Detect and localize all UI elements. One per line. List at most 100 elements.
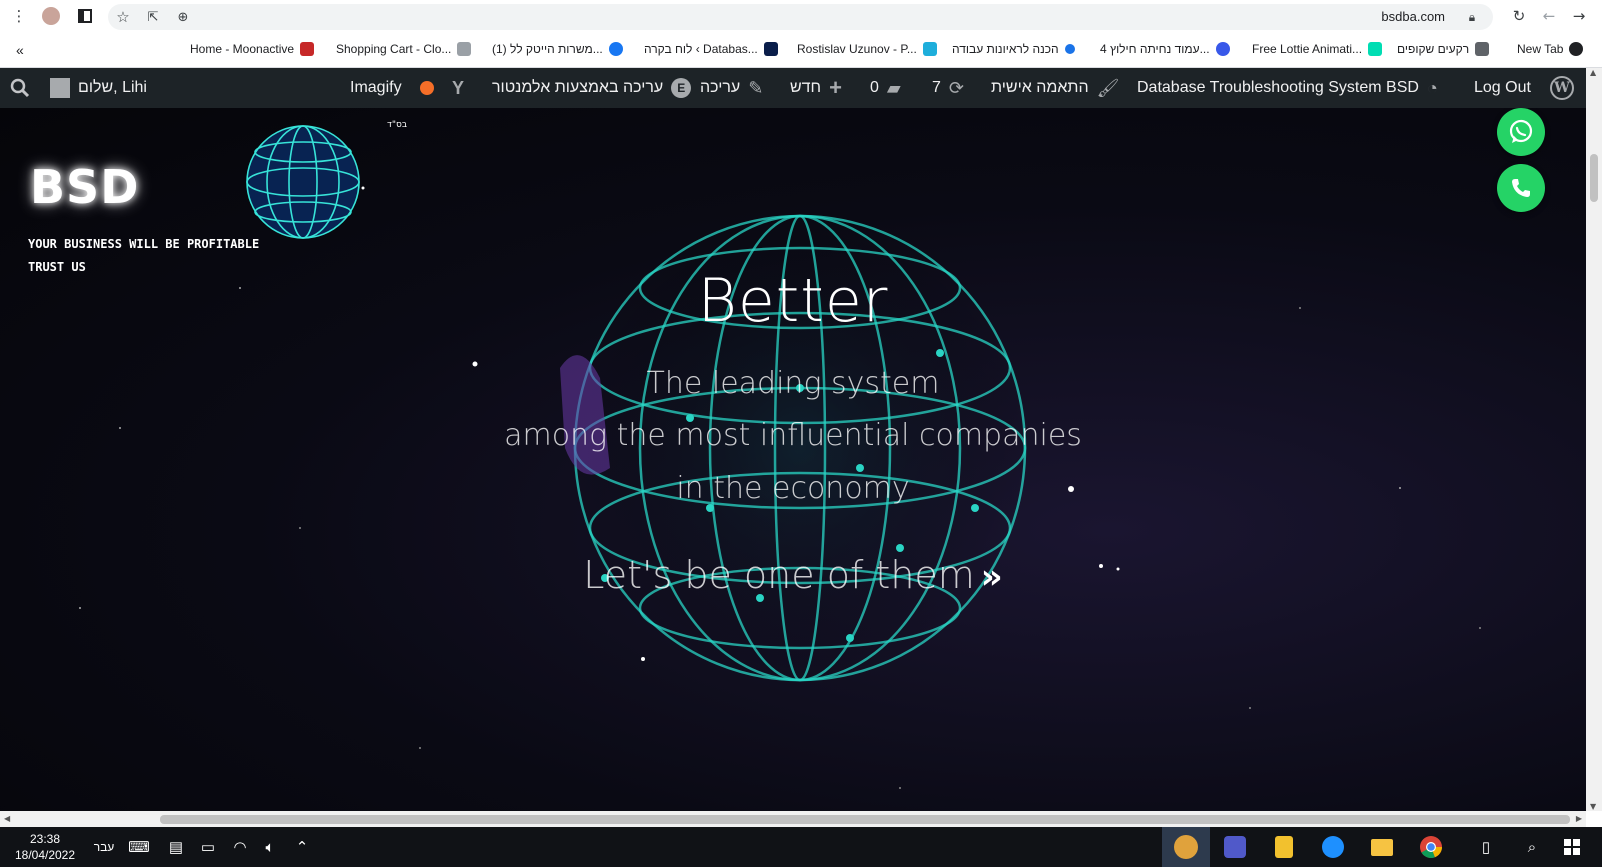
hero-subtitle-line-3: in the economy <box>676 471 910 506</box>
profile-avatar[interactable] <box>42 7 60 25</box>
address-bar[interactable]: ☆ ⇱ ⊕ bsdba.com 🔒︎ <box>108 4 1493 30</box>
taskbar-app-active[interactable] <box>1162 827 1210 867</box>
comments-link[interactable]: 0 ▰ <box>870 68 901 108</box>
scroll-right-arrow-icon[interactable]: ▶ <box>1576 814 1582 823</box>
bookmark-shopping-cart[interactable]: Shopping Cart - Clo... <box>336 42 472 56</box>
taskbar-search-icon[interactable]: ⌕ <box>1520 835 1544 859</box>
sidebar-icon[interactable] <box>74 5 96 27</box>
language-indicator[interactable]: עבר <box>90 835 118 859</box>
keyboard-icon[interactable]: ⌨ <box>127 835 151 859</box>
more-bookmarks-icon[interactable]: « <box>16 42 24 58</box>
double-chevron-right-icon: » <box>980 557 1003 597</box>
bookmark-landing-page[interactable]: עמוד נחיתה חילוץ 4... <box>1100 42 1230 56</box>
bookmark-hitech-jobs[interactable]: (1) משרות הייטק לל... <box>492 42 623 56</box>
imagify-menu[interactable]: Imagify <box>350 68 434 108</box>
volume-icon[interactable]: 🔈︎ <box>258 835 282 859</box>
menu-dots-icon[interactable]: ⋮ <box>8 5 30 27</box>
edge-app-icon[interactable] <box>1309 827 1357 867</box>
reload-icon[interactable]: ↻ <box>1508 5 1530 27</box>
back-icon[interactable]: ← <box>1538 5 1560 27</box>
horizontal-scroll-thumb[interactable] <box>160 815 1570 824</box>
updates-link[interactable]: 7 ⟳ <box>932 68 964 108</box>
system-clock[interactable]: 23:38 18/04/2022 <box>14 831 76 863</box>
my-account[interactable]: שלום, Lihi <box>50 68 147 108</box>
wp-admin-bar: שלום, Lihi Imagify Y עריכה באמצעות אלמנט… <box>0 68 1602 108</box>
bookmark-label: Home - Moonactive <box>190 42 295 56</box>
bookmark-label: הכנה לראיונות עבודה <box>952 42 1059 56</box>
teams-app-icon[interactable] <box>1211 827 1259 867</box>
account-greeting: שלום, Lihi <box>78 79 147 96</box>
facebook-icon <box>608 42 623 56</box>
bookmark-dashboard[interactable]: לוח בקרה ‹ Databas... <box>644 42 778 56</box>
bookmark-label: New Tab <box>1517 42 1564 56</box>
wordpress-favicon <box>1215 42 1230 56</box>
chrome-app-icon[interactable] <box>1407 827 1455 867</box>
logout-link[interactable]: Log Out <box>1474 68 1531 108</box>
task-view-icon[interactable]: ▯ <box>1474 835 1498 859</box>
phone-call-button[interactable] <box>1497 164 1545 212</box>
phone-icon <box>1512 179 1530 197</box>
search-icon[interactable] <box>10 68 30 108</box>
edit-link[interactable]: עריכה ✎ <box>700 68 763 108</box>
security-app-icon[interactable] <box>1260 827 1308 867</box>
vertical-scroll-thumb[interactable] <box>1590 154 1598 202</box>
chevron-up-icon[interactable]: ⌃ <box>290 835 314 859</box>
page-favicon <box>457 42 472 56</box>
hero-subtitle-line-1: The leading system <box>646 366 940 401</box>
comment-bubble-icon: ▰ <box>886 77 901 98</box>
bookmark-transparent-bg[interactable]: רקעים שקופים <box>1397 42 1490 56</box>
dot-favicon <box>1064 44 1075 54</box>
bsd-hebrew-mark: בס"ד <box>387 120 408 130</box>
layers-favicon <box>1475 42 1490 56</box>
bookmark-label: עמוד נחיתה חילוץ 4... <box>1100 42 1210 56</box>
bookmark-lottie[interactable]: Free Lottie Animati... <box>1252 42 1383 56</box>
site-favicon <box>763 42 778 56</box>
bookmarks-bar: « Home - Moonactive Shopping Cart - Clo.… <box>0 34 1602 68</box>
scroll-down-arrow-icon[interactable]: ▼ <box>1590 802 1596 811</box>
battery-icon[interactable]: ▭ <box>196 835 220 859</box>
yoast-icon[interactable]: Y <box>452 68 464 108</box>
elementor-edit-link[interactable]: עריכה באמצעות אלמנטור E <box>492 68 692 108</box>
bookmark-new-tab[interactable]: New Tab <box>1517 42 1584 56</box>
windows-taskbar: 23:38 18/04/2022 עבר ⌨ ▤ ▭ ◠ 🔈︎ ⌃ ▯ ⌕ <box>0 827 1602 867</box>
share-icon[interactable]: ⇱ <box>142 6 164 28</box>
customize-label: התאמה אישית <box>991 79 1089 96</box>
bookmark-star-icon[interactable]: ☆ <box>112 6 134 28</box>
bookmark-rostislav[interactable]: Rostislav Uzunov - P... <box>797 42 937 56</box>
windows-start-icon[interactable] <box>1560 835 1584 859</box>
scroll-up-arrow-icon[interactable]: ▲ <box>1590 68 1596 77</box>
vertical-scrollbar[interactable]: ▲ ▼ <box>1586 68 1602 811</box>
new-tab-favicon <box>1569 42 1584 56</box>
whatsapp-button[interactable] <box>1497 108 1545 156</box>
file-explorer-icon[interactable] <box>1358 827 1406 867</box>
wifi-icon[interactable]: ◠ <box>228 835 252 859</box>
comments-count: 0 <box>870 79 879 96</box>
elementor-icon: E <box>671 78 692 98</box>
hero-section: Better The leading system among the most… <box>0 108 1586 811</box>
dashboard-gauge-icon: ◔ <box>1426 77 1438 98</box>
site-name-link[interactable]: Database Troubleshooting System BSD ◔ <box>1137 68 1438 108</box>
bookmark-job-interviews[interactable]: הכנה לראיונות עבודה <box>952 42 1075 56</box>
forward-icon[interactable]: → <box>1568 5 1590 27</box>
tagline-line-1: YOUR BUSINESS WILL BE PROFITABLE <box>28 237 260 251</box>
new-content-link[interactable]: חדש + <box>790 68 842 108</box>
lock-icon[interactable]: 🔒︎ <box>1461 6 1483 28</box>
zoom-icon[interactable]: ⊕ <box>172 6 194 28</box>
wordpress-logo-icon[interactable]: W <box>1550 68 1574 108</box>
status-dot-icon <box>419 81 434 95</box>
notifications-icon[interactable]: ▤ <box>164 835 188 859</box>
scroll-left-arrow-icon[interactable]: ◀ <box>4 814 10 823</box>
site-logo[interactable]: BSD <box>30 160 139 214</box>
hero-subtitle-line-2: among the most influential companies <box>504 418 1082 453</box>
bookmark-label: Free Lottie Animati... <box>1252 42 1363 56</box>
bookmark-home-moonactive[interactable]: Home - Moonactive <box>190 42 315 56</box>
pencil-icon: ✎ <box>748 77 764 98</box>
cta-link[interactable]: Let's be one of them» <box>0 553 1586 597</box>
lottie-favicon <box>1368 42 1383 56</box>
horizontal-scrollbar[interactable]: ◀ ▶ <box>0 811 1586 827</box>
customize-link[interactable]: התאמה אישית 🖌︎ <box>991 68 1119 108</box>
bookmark-label: רקעים שקופים <box>1397 42 1470 56</box>
avatar <box>50 78 70 98</box>
updates-count: 7 <box>932 79 941 96</box>
edit-label: עריכה <box>700 79 741 96</box>
